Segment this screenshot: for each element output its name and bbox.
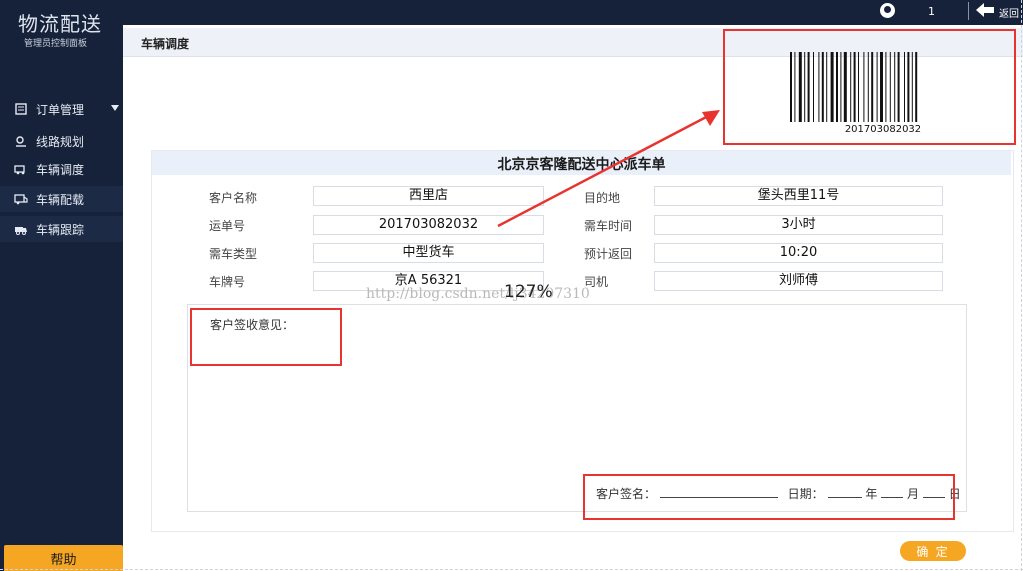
order-icon bbox=[14, 103, 28, 115]
sidebar-item-label: 车辆配载 bbox=[36, 192, 85, 207]
sidebar: 物流配送 管理员控制面板 订单管理 线路规划 车辆调度 车辆配载 车辆跟踪 帮助 bbox=[0, 0, 123, 571]
customer-name-label: 客户名称 bbox=[209, 191, 258, 205]
chevron-down-icon bbox=[111, 105, 119, 111]
route-icon bbox=[14, 135, 28, 147]
annotation-box-barcode bbox=[723, 29, 1016, 145]
waybill-label: 运单号 bbox=[209, 219, 246, 233]
sidebar-item-label: 线路规划 bbox=[36, 134, 85, 149]
expected-return-label: 预计返回 bbox=[584, 247, 633, 261]
vehicle-dispatch-icon bbox=[14, 163, 28, 175]
vehicle-type-label: 需车类型 bbox=[209, 247, 258, 261]
divider bbox=[0, 569, 1023, 570]
plate-number-label: 车牌号 bbox=[209, 275, 246, 289]
user-count: 1 bbox=[928, 5, 935, 18]
driver-field[interactable]: 刘师傅 bbox=[654, 271, 943, 291]
sidebar-item-label: 订单管理 bbox=[36, 102, 85, 117]
confirm-button[interactable]: 确 定 bbox=[900, 541, 966, 561]
annotation-arrow bbox=[497, 110, 720, 228]
annotation-box-remarks bbox=[190, 308, 342, 366]
zoom-level: 127% bbox=[504, 282, 553, 302]
brand-title: 物流配送 bbox=[18, 12, 102, 36]
sidebar-item-label: 车辆跟踪 bbox=[36, 222, 85, 237]
help-button[interactable]: 帮助 bbox=[4, 545, 123, 571]
vehicle-track-icon bbox=[14, 223, 28, 235]
back-arrow-icon[interactable] bbox=[975, 2, 995, 22]
sidebar-item-route[interactable]: 线路规划 bbox=[0, 128, 123, 154]
sidebar-item-vehicle-track[interactable]: 车辆跟踪 bbox=[0, 216, 123, 242]
page-title: 车辆调度 bbox=[141, 37, 190, 51]
sidebar-item-label: 车辆调度 bbox=[36, 162, 85, 177]
divider bbox=[1021, 0, 1022, 571]
annotation-box-signature bbox=[583, 474, 955, 520]
sidebar-item-vehicle-load[interactable]: 车辆配载 bbox=[0, 186, 123, 212]
topbar: 1 返回 bbox=[123, 0, 1023, 25]
sidebar-item-vehicle-dispatch[interactable]: 车辆调度 bbox=[0, 156, 123, 182]
vehicle-type-field[interactable]: 中型货车 bbox=[313, 243, 544, 263]
sidebar-item-orders[interactable]: 订单管理 bbox=[0, 96, 123, 122]
brand-subtitle: 管理员控制面板 bbox=[24, 39, 88, 49]
vehicle-load-icon bbox=[14, 193, 28, 205]
divider bbox=[968, 2, 969, 20]
back-button[interactable]: 返回 bbox=[999, 5, 1019, 20]
user-icon[interactable] bbox=[880, 3, 895, 18]
expected-return-field[interactable]: 10:20 bbox=[654, 243, 943, 263]
watermark-text: http://blog.csdn.net/lj34207310 bbox=[366, 286, 590, 302]
